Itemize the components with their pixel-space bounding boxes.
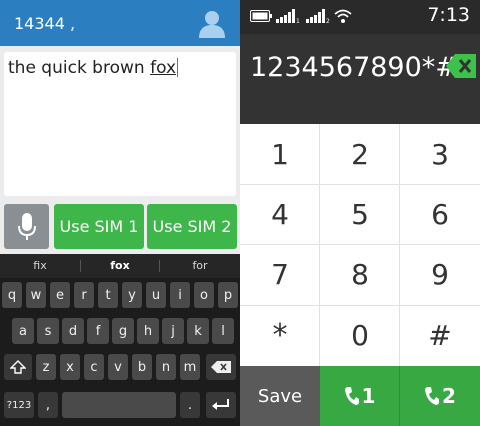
space-key[interactable] <box>62 392 176 418</box>
key-m[interactable]: m <box>180 354 200 380</box>
svg-text:1: 1 <box>296 18 300 23</box>
clock-time: 7:13 <box>427 4 470 26</box>
message-input[interactable]: the quick brown fox <box>4 52 236 196</box>
keyboard-row-3: z x c v b n m <box>0 354 240 382</box>
key-v[interactable]: v <box>108 354 128 380</box>
key-s[interactable]: s <box>37 318 59 344</box>
keyboard-row-2: a s d f g h j k l <box>0 318 240 346</box>
shift-key[interactable] <box>4 354 32 380</box>
dialer-panel: 1 2 7:13 1234567890*# 1 2 3 4 5 6 7 8 9 … <box>240 0 480 426</box>
key-t[interactable]: t <box>98 282 118 308</box>
suggestion-1[interactable]: fix <box>0 254 80 278</box>
shift-arrow-icon <box>10 360 26 374</box>
suggestion-strip: fix fox for <box>0 254 240 278</box>
period-key[interactable]: . <box>180 392 200 418</box>
key-h[interactable]: h <box>137 318 159 344</box>
delete-digit-button[interactable] <box>446 54 476 78</box>
keypad: 1 2 3 4 5 6 7 8 9 * 0 # <box>240 124 480 366</box>
enter-arrow-icon <box>212 399 229 410</box>
microphone-icon <box>17 212 36 240</box>
key-o[interactable]: o <box>194 282 214 308</box>
dial-key-8[interactable]: 8 <box>320 244 400 305</box>
suggestion-3[interactable]: for <box>160 254 240 278</box>
key-u[interactable]: u <box>146 282 166 308</box>
delete-icon <box>446 54 476 78</box>
key-f[interactable]: f <box>87 318 109 344</box>
contact-person-icon[interactable] <box>196 7 228 39</box>
signal-sim1-icon: 1 <box>276 9 300 23</box>
dial-key-4[interactable]: 4 <box>240 184 320 244</box>
key-n[interactable]: n <box>156 354 176 380</box>
key-d[interactable]: d <box>62 318 84 344</box>
dial-key-0[interactable]: 0 <box>320 305 400 366</box>
suggestion-2[interactable]: fox <box>80 254 160 278</box>
dial-key-3[interactable]: 3 <box>400 124 480 184</box>
dialed-number[interactable]: 1234567890*# <box>250 52 458 83</box>
key-i[interactable]: i <box>170 282 190 308</box>
message-area: the quick brown fox <box>0 46 240 202</box>
call-sim2-label: 2 <box>442 384 456 408</box>
message-text: the quick brown <box>8 58 151 78</box>
dialer-action-bar: Save 1 2 <box>240 366 480 426</box>
backspace-key[interactable] <box>206 354 236 380</box>
save-contact-button[interactable]: Save <box>240 366 320 426</box>
send-sim1-button[interactable]: Use SIM 1 <box>54 204 144 249</box>
voice-input-button[interactable] <box>4 204 49 249</box>
key-r[interactable]: r <box>74 282 94 308</box>
dial-key-7[interactable]: 7 <box>240 244 320 305</box>
screen: 14344 , the quick brown fox Use SIM 1 Us… <box>0 0 480 426</box>
keyboard: fix fox for q w e r t y u i o p a s d f <box>0 254 240 426</box>
text-cursor <box>177 58 179 77</box>
call-sim2-button[interactable]: 2 <box>400 366 480 426</box>
key-k[interactable]: k <box>187 318 209 344</box>
sms-compose-panel: 14344 , the quick brown fox Use SIM 1 Us… <box>0 0 240 426</box>
battery-icon <box>250 10 272 22</box>
symbols-key[interactable]: ?123 <box>4 392 34 418</box>
key-q[interactable]: q <box>2 282 22 308</box>
svg-text:2: 2 <box>326 18 330 23</box>
call-sim1-button[interactable]: 1 <box>320 366 399 426</box>
phone-icon <box>344 387 359 405</box>
send-row: Use SIM 1 Use SIM 2 <box>0 202 240 254</box>
dialer-number-display: 1234567890*# <box>240 34 480 124</box>
key-x[interactable]: x <box>60 354 80 380</box>
key-y[interactable]: y <box>122 282 142 308</box>
signal-sim2-icon: 2 <box>306 9 330 23</box>
send-sim2-button[interactable]: Use SIM 2 <box>147 204 237 249</box>
backspace-icon <box>211 361 231 373</box>
key-l[interactable]: l <box>212 318 234 344</box>
dial-key-hash[interactable]: # <box>400 305 480 366</box>
dial-key-6[interactable]: 6 <box>400 184 480 244</box>
recipient-bar[interactable]: 14344 , <box>0 0 240 46</box>
key-j[interactable]: j <box>162 318 184 344</box>
message-composing-word: fox <box>150 58 177 78</box>
dial-key-star[interactable]: * <box>240 305 320 366</box>
wifi-icon <box>334 9 352 23</box>
keyboard-row-4: ?123 , . <box>0 392 240 420</box>
key-z[interactable]: z <box>36 354 56 380</box>
keyboard-row-1: q w e r t y u i o p <box>0 282 240 310</box>
dial-key-2[interactable]: 2 <box>320 124 400 184</box>
key-p[interactable]: p <box>218 282 238 308</box>
key-c[interactable]: c <box>84 354 104 380</box>
enter-key[interactable] <box>206 392 236 418</box>
comma-key[interactable]: , <box>38 392 58 418</box>
status-bar: 1 2 7:13 <box>240 0 480 34</box>
recipient-field[interactable]: 14344 , <box>14 14 75 33</box>
dial-key-5[interactable]: 5 <box>320 184 400 244</box>
key-b[interactable]: b <box>132 354 152 380</box>
key-g[interactable]: g <box>112 318 134 344</box>
key-w[interactable]: w <box>26 282 46 308</box>
dial-key-9[interactable]: 9 <box>400 244 480 305</box>
key-a[interactable]: a <box>12 318 34 344</box>
call-sim1-label: 1 <box>361 384 376 408</box>
key-e[interactable]: e <box>50 282 70 308</box>
dial-key-1[interactable]: 1 <box>240 124 320 184</box>
phone-icon <box>425 387 440 405</box>
